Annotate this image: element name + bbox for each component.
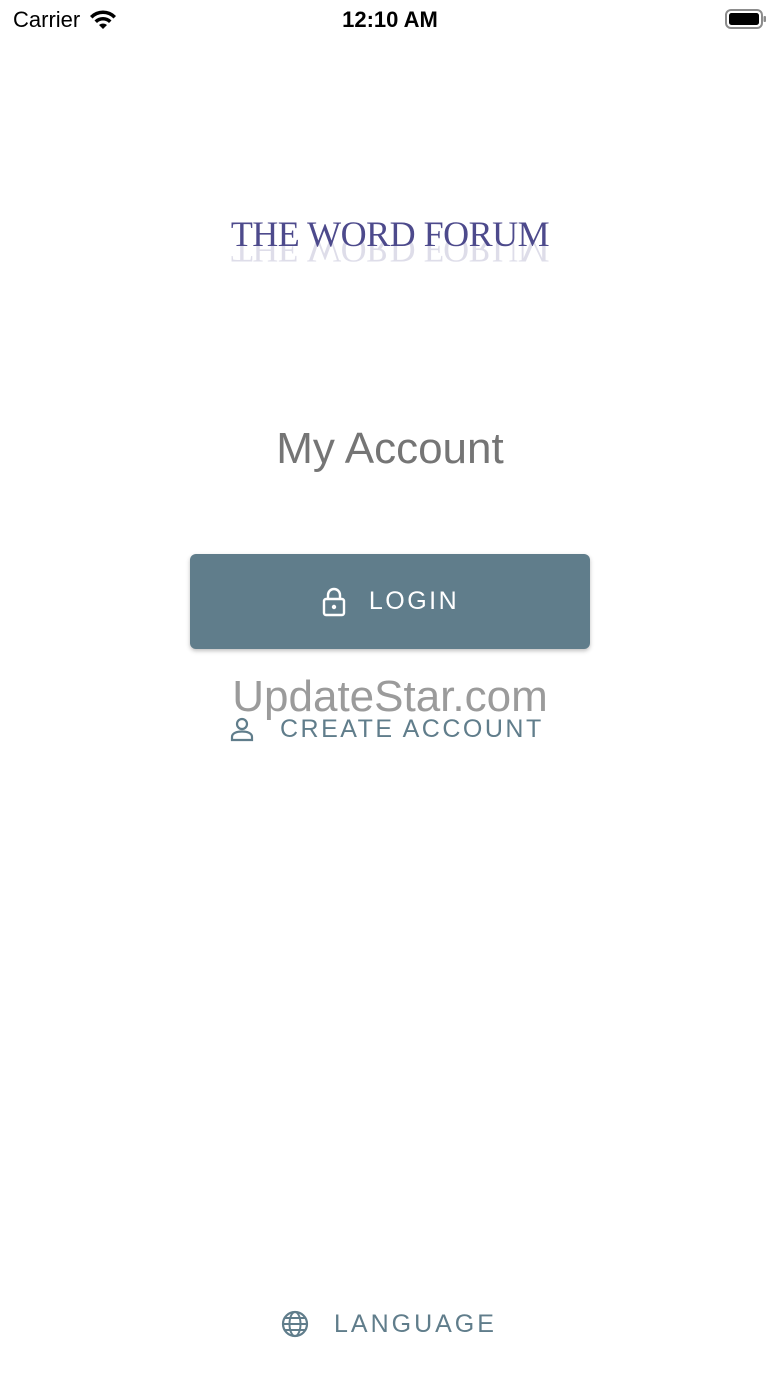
account-screen: Carrier 12:10 AM THE WORD FORUM THE WORD… [0, 0, 780, 1387]
status-time: 12:10 AM [342, 7, 438, 32]
page-title: My Account [276, 424, 504, 473]
create-account-label: CREATE ACCOUNT [280, 714, 544, 743]
lock-icon [322, 587, 346, 616]
create-account-button[interactable]: CREATE ACCOUNT [228, 712, 544, 746]
login-label: LOGIN [368, 587, 460, 615]
person-icon [230, 717, 254, 742]
app-logo: THE WORD FORUM THE WORD FORUM [0, 214, 780, 270]
logo-reflection: THE WORD FORUM [230, 242, 550, 270]
battery-icon [725, 9, 766, 29]
language-label: LANGUAGE [334, 1309, 497, 1338]
status-bar: Carrier 12:10 AM [0, 0, 780, 40]
language-button[interactable]: LANGUAGE [280, 1306, 497, 1342]
globe-icon [281, 1310, 309, 1338]
login-button[interactable]: LOGIN [190, 554, 590, 649]
